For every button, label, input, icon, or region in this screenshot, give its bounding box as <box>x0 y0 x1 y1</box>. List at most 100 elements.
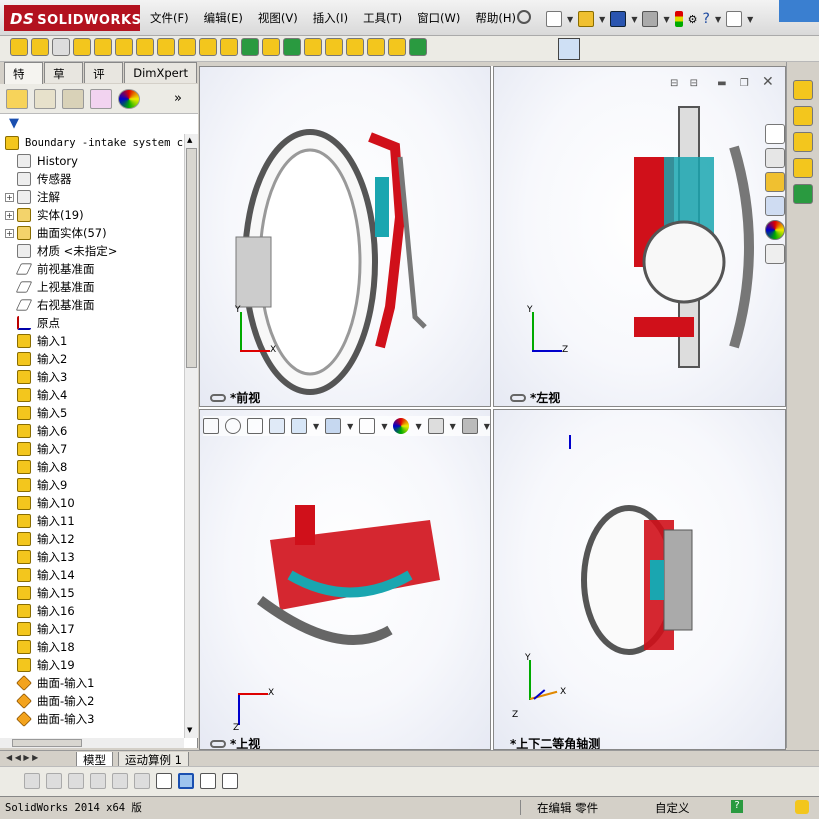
tree-item[interactable]: 曲面-输入2 <box>0 692 184 710</box>
feature-tool-icon[interactable] <box>199 38 217 56</box>
feature-tool-icon[interactable] <box>346 38 364 56</box>
sketch-tool-icon[interactable] <box>134 773 150 789</box>
task-pane-icon[interactable] <box>793 132 813 152</box>
tree-item[interactable]: 传感器 <box>0 170 184 188</box>
zoom-to-fit-icon[interactable] <box>203 418 219 434</box>
propertymanager-tab-icon[interactable] <box>34 88 56 109</box>
chevron-down-icon[interactable]: ▼ <box>450 422 456 431</box>
help-question-icon[interactable]: ? <box>703 11 710 27</box>
chevron-down-icon[interactable]: ▼ <box>313 422 319 431</box>
window-icon[interactable] <box>726 11 743 27</box>
two-view-icon[interactable] <box>200 773 216 789</box>
feature-tool-icon[interactable] <box>241 38 259 56</box>
view-palette-icon[interactable] <box>765 196 785 216</box>
tag-icon[interactable] <box>795 800 809 814</box>
tree-horizontal-scrollbar[interactable] <box>0 738 184 748</box>
tree-item[interactable]: 输入5 <box>0 404 184 422</box>
help-icon[interactable]: ? <box>731 800 743 813</box>
display-manager-tab-icon[interactable] <box>118 88 140 109</box>
feature-tool-icon[interactable] <box>283 38 301 56</box>
chevron-down-icon[interactable]: ▼ <box>631 15 637 24</box>
feature-tool-icon[interactable] <box>52 38 70 56</box>
task-pane-icon[interactable] <box>793 184 813 204</box>
print-icon[interactable] <box>642 11 659 27</box>
apply-scene-icon[interactable] <box>427 418 444 434</box>
feature-tool-icon[interactable] <box>178 38 196 56</box>
tree-item[interactable]: 输入13 <box>0 548 184 566</box>
options-icon[interactable]: ⚙ <box>688 13 698 26</box>
chevron-down-icon[interactable]: ▼ <box>663 15 669 24</box>
viewport-next-icon[interactable]: ⊟ <box>690 78 698 89</box>
minimize-icon[interactable]: ▬ <box>717 78 726 89</box>
cloud-icon[interactable] <box>779 0 819 22</box>
expand-icon[interactable]: + <box>5 192 14 202</box>
tree-item[interactable]: 曲面-输入1 <box>0 674 184 692</box>
filter-icon[interactable]: ▼ <box>9 116 19 131</box>
chevron-down-icon[interactable]: ▼ <box>747 15 753 24</box>
viewport-left[interactable]: ⊟ ⊟ ▬ ❐ ✕ Y Z *左视 <box>493 66 786 407</box>
viewport-front[interactable]: Y X *前视 <box>199 66 491 407</box>
menu-item-4[interactable]: 工具(T) <box>363 10 402 28</box>
graphics-area[interactable]: Y X *前视 ⊟ ⊟ ▬ ❐ ✕ Y Z *左视 Z X *上视 Y X Z … <box>199 66 786 750</box>
tree-item[interactable]: 输入16 <box>0 602 184 620</box>
tree-root[interactable]: Boundary -intake system ch <box>0 134 184 152</box>
viewport-isometric[interactable]: Y X Z *上下二等角轴测 <box>493 409 786 750</box>
save-icon[interactable] <box>610 11 627 27</box>
scroll-up-icon[interactable]: ▲ <box>187 136 192 144</box>
custom-properties-icon[interactable] <box>765 244 785 264</box>
tab-scroll-icons[interactable]: ◀ ◀ ▶ ▶ <box>6 753 38 762</box>
feature-tool-icon[interactable] <box>220 38 238 56</box>
section-view-icon[interactable] <box>269 418 285 434</box>
tree-item[interactable]: 原点 <box>0 314 184 332</box>
tree-item[interactable]: 输入12 <box>0 530 184 548</box>
tree-item[interactable]: 输入3 <box>0 368 184 386</box>
viewport-top[interactable]: Z X *上视 <box>199 409 491 750</box>
feature-tool-icon[interactable] <box>409 38 427 56</box>
chevron-right-icon[interactable]: » <box>174 91 182 106</box>
chevron-down-icon[interactable]: ▼ <box>484 422 490 431</box>
sketch-tool-icon[interactable] <box>68 773 84 789</box>
link-views-icon[interactable] <box>210 739 226 748</box>
feature-tool-icon[interactable] <box>325 38 343 56</box>
tree-item[interactable]: 输入1 <box>0 332 184 350</box>
h-scroll-thumb[interactable] <box>12 739 82 747</box>
design-library-icon[interactable] <box>765 148 785 168</box>
appearances-icon[interactable] <box>765 220 785 240</box>
tree-item[interactable]: 输入4 <box>0 386 184 404</box>
tab-motion-study[interactable]: 运动算例 1 <box>118 752 189 767</box>
tree-item[interactable]: 输入9 <box>0 476 184 494</box>
link-views-icon[interactable] <box>510 393 526 402</box>
solidworks-logo[interactable]: DS SOLIDWORKS <box>4 5 141 31</box>
tree-item[interactable]: 上视基准面 <box>0 278 184 296</box>
restore-icon[interactable]: ❐ <box>740 78 749 89</box>
menu-item-2[interactable]: 视图(V) <box>258 10 298 28</box>
menu-item-3[interactable]: 插入(I) <box>313 10 348 28</box>
sketch-tool-icon[interactable] <box>90 773 106 789</box>
feature-tool-icon[interactable] <box>262 38 280 56</box>
tree-item[interactable]: 输入6 <box>0 422 184 440</box>
expand-icon[interactable]: + <box>5 210 14 220</box>
scroll-down-icon[interactable]: ▼ <box>187 726 192 734</box>
chevron-down-icon[interactable]: ▼ <box>599 15 605 24</box>
dimxpert-tab-icon[interactable] <box>90 88 112 109</box>
rebuild-icon[interactable] <box>674 11 683 27</box>
chevron-down-icon[interactable]: ▼ <box>567 15 573 24</box>
sketch-tool-icon[interactable] <box>46 773 62 789</box>
tree-item[interactable]: 输入14 <box>0 566 184 584</box>
configurationmanager-tab-icon[interactable] <box>62 88 84 109</box>
tree-item[interactable]: 输入8 <box>0 458 184 476</box>
tree-item[interactable]: 右视基准面 <box>0 296 184 314</box>
chevron-down-icon[interactable]: ▼ <box>715 15 721 24</box>
viewport-prev-icon[interactable]: ⊟ <box>670 78 678 89</box>
scroll-thumb[interactable] <box>186 148 197 368</box>
feature-tool-icon[interactable] <box>157 38 175 56</box>
chevron-down-icon[interactable]: ▼ <box>415 422 421 431</box>
feature-tool-icon[interactable] <box>73 38 91 56</box>
feature-tool-icon[interactable] <box>304 38 322 56</box>
feature-tool-icon[interactable] <box>115 38 133 56</box>
view-orientation-icon[interactable] <box>291 418 307 434</box>
feature-tool-icon[interactable] <box>367 38 385 56</box>
tree-item[interactable]: + 注解 <box>0 188 184 206</box>
task-pane-icon[interactable] <box>793 106 813 126</box>
tree-item[interactable]: 输入15 <box>0 584 184 602</box>
